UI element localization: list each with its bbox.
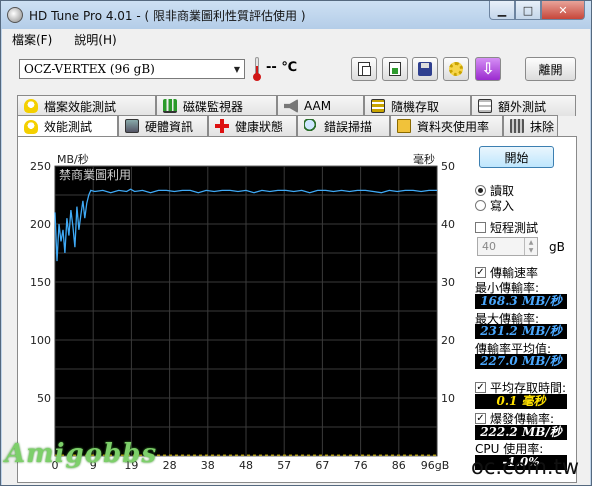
burst-rate-value: 222.2 MB/秒 <box>475 425 567 440</box>
start-button[interactable]: 開始 <box>479 146 554 168</box>
exit-button[interactable]: 離開 <box>525 57 576 81</box>
x-tick-label: 48 <box>239 459 253 472</box>
y2-tick-label: 10 <box>441 392 455 405</box>
radio-selected-icon <box>475 185 486 196</box>
tab-label: 抹除 <box>530 119 555 134</box>
app-window: HD Tune Pro 4.01 - ( 限非商業圖利性質評估使用 ) ▁ □ … <box>0 0 592 486</box>
y2-tick-label: 40 <box>441 218 455 231</box>
y-axis-label: MB/秒 <box>57 152 89 166</box>
size-unit-label: gB <box>549 240 565 254</box>
access-time-value: 0.1 毫秒 <box>475 394 567 409</box>
x-tick-label: 86 <box>392 459 406 472</box>
site-text: oc.com.tw <box>471 455 580 479</box>
y2-tick-label: 20 <box>441 334 455 347</box>
y2-axis-label: 毫秒 <box>413 152 435 166</box>
y-tick-label: 50 <box>37 392 51 405</box>
max-rate-value: 231.2 MB/秒 <box>475 324 567 339</box>
y-tick-label: 100 <box>30 334 51 347</box>
maximize-icon: □ <box>522 3 534 17</box>
exit-down-button[interactable]: ⇩ <box>475 57 501 81</box>
minimize-button[interactable]: ▁ <box>489 1 515 20</box>
x-tick-label: 76 <box>354 459 368 472</box>
stepper-arrows-icon: ▲ ▼ <box>524 238 537 255</box>
plot-watermark-note: 禁商業圖利用 <box>59 167 131 182</box>
watermark-text: Amigobbs <box>5 439 158 469</box>
x-tick-label: 57 <box>277 459 291 472</box>
close-button[interactable]: ✕ <box>541 1 585 20</box>
y-tick-label: 150 <box>30 276 51 289</box>
x-tick-label: 96gB <box>421 459 450 472</box>
short-test-checkbox[interactable]: 短程測試 <box>475 219 538 236</box>
write-label: 寫入 <box>490 199 515 213</box>
radio-unselected-icon <box>475 200 486 211</box>
x-tick-label: 28 <box>163 459 177 472</box>
tab-label: 額外測試 <box>498 99 547 114</box>
y-tick-label: 200 <box>30 218 51 231</box>
checkmark-icon: ✓ <box>475 382 486 393</box>
short-test-label: 短程測試 <box>490 221 539 235</box>
write-radio[interactable]: 寫入 <box>475 197 514 214</box>
x-tick-label: 67 <box>315 459 329 472</box>
avg-rate-value: 227.0 MB/秒 <box>475 354 567 369</box>
maximize-button[interactable]: □ <box>515 1 541 20</box>
x-tick-label: 38 <box>201 459 215 472</box>
close-icon: ✕ <box>558 3 568 17</box>
short-test-size-stepper[interactable]: 40 ▲ ▼ <box>477 237 538 256</box>
tab-extra-tests[interactable]: 額外測試 <box>471 95 576 116</box>
extra-tests-icon <box>478 99 492 113</box>
transfer-rate-chart: 禁商業圖利用250200150100505040302010MB/秒 毫秒0 9 19… <box>30 152 455 472</box>
minimize-icon: ▁ <box>497 3 507 17</box>
short-test-size-value: 40 <box>482 240 496 253</box>
tab-erase[interactable]: 抹除 <box>503 115 558 136</box>
erase-trash-icon <box>510 119 524 133</box>
y-tick-label: 250 <box>30 160 51 173</box>
exit-down-icon: ⇩ <box>481 59 495 78</box>
checkmark-icon: ✓ <box>475 267 486 278</box>
y2-tick-label: 30 <box>441 276 455 289</box>
checkbox-icon <box>475 222 486 233</box>
min-rate-value: 168.3 MB/秒 <box>475 294 567 309</box>
y2-tick-label: 50 <box>441 160 455 173</box>
checkmark-icon: ✓ <box>475 413 486 424</box>
window-controls: ▁ □ ✕ <box>489 1 585 20</box>
